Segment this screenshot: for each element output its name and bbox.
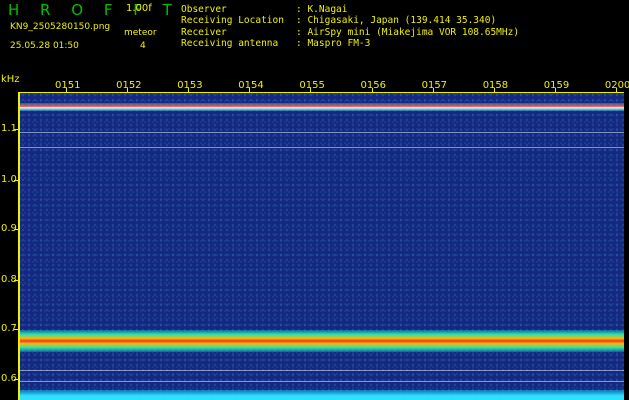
x-tick-mark — [127, 88, 129, 93]
version-label: 1.00f — [126, 3, 152, 14]
x-tick-mark — [432, 88, 434, 93]
meteor-count: 4 — [140, 41, 146, 51]
meta-key: Observer — [181, 4, 227, 15]
y-tick-mark — [14, 129, 19, 130]
x-tick-mark — [371, 88, 373, 93]
x-axis-line — [18, 92, 624, 93]
x-tick-label: 0152 — [116, 80, 142, 91]
x-tick-mark — [66, 88, 67, 93]
grid-line — [20, 370, 624, 371]
x-tick-label: 0158 — [482, 80, 509, 91]
y-tick-mark — [14, 379, 19, 380]
upper-carrier-trace — [20, 103, 624, 111]
observer-row: Observer : K.Nagai — [181, 4, 347, 15]
x-tick-mark — [249, 88, 251, 93]
meta-key: Receiver — [181, 27, 227, 38]
meta-value: : Maspro FM-3 — [296, 38, 371, 49]
meteor-label: meteor — [124, 28, 157, 38]
x-tick-mark — [493, 88, 495, 93]
y-axis-line — [18, 92, 20, 400]
grid-line — [20, 132, 624, 133]
y-tick-mark — [14, 280, 19, 281]
filename-label: KN9_2505280150.png — [10, 22, 111, 32]
x-tick-label: 0155 — [299, 80, 325, 91]
x-tick-label: 0153 — [177, 80, 203, 91]
meta-value: : Chigasaki, Japan (139.414 35.340) — [296, 15, 497, 26]
x-tick-label: 0151 — [55, 80, 81, 91]
x-tick-mark — [615, 88, 617, 93]
x-tick-label: 0159 — [543, 80, 570, 91]
location-row: Receiving Location : Chigasaki, Japan (13… — [181, 15, 496, 26]
meta-key: Receiving Location — [181, 15, 284, 26]
y-tick-mark — [14, 180, 19, 181]
meta-value: : AirSpy mini (Miakejima VOR 108.65MHz) — [296, 27, 520, 38]
x-tick-mark — [188, 88, 190, 93]
antenna-row: Receiving antenna : Maspro FM-3 — [181, 38, 370, 49]
y-tick-mark — [14, 329, 19, 330]
noise-floor — [20, 390, 624, 400]
x-tick-label: 0156 — [360, 80, 386, 91]
y-tick-mark — [14, 229, 19, 230]
app-title: H R O F F T — [8, 1, 180, 19]
x-tick-mark — [554, 88, 556, 93]
spectrogram-area — [20, 92, 624, 400]
x-tick-label: 0200 — [604, 80, 629, 91]
receiver-row: Receiver : AirSpy mini (Miakejima VOR 108… — [181, 27, 519, 38]
x-tick-mark — [310, 88, 312, 93]
grid-line — [20, 381, 624, 382]
x-tick-label: 0154 — [238, 80, 264, 91]
datetime-label: 25.05.28 01:50 — [10, 41, 79, 51]
x-tick-label: 0157 — [421, 80, 448, 91]
meta-key: Receiving antenna — [181, 38, 279, 49]
grid-line — [20, 147, 624, 148]
lower-band-trace — [20, 330, 624, 352]
meta-value: : K.Nagai — [296, 4, 348, 15]
y-axis-unit: kHz — [1, 74, 20, 85]
